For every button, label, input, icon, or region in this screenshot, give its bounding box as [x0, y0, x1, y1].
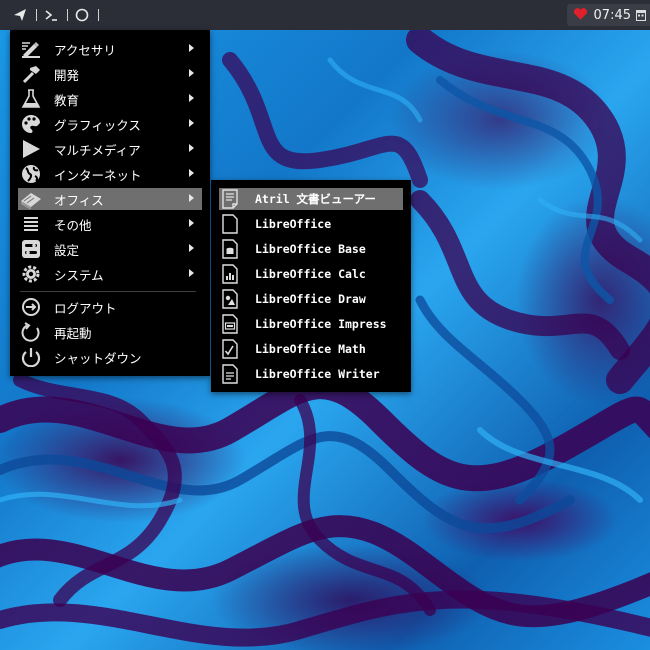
libreoffice-base-icon [219, 238, 241, 260]
menu-item-label: オフィス [54, 192, 104, 208]
menu-item-settings[interactable]: 設定 [18, 238, 202, 260]
settings-toggle-icon [18, 238, 44, 260]
submenu-item-libreoffice-impress[interactable]: LibreOffice Impress [219, 313, 403, 335]
submenu-item-libreoffice[interactable]: LibreOffice [219, 213, 403, 235]
panel-clock[interactable]: 07:45 [594, 8, 631, 23]
menu-item-multimedia[interactable]: マルチメディア [18, 138, 202, 160]
menu-item-other[interactable]: その他 [18, 213, 202, 235]
menu-item-label: システム [54, 267, 104, 283]
menu-item-reboot[interactable]: 再起動 [18, 321, 202, 343]
panel-separator [67, 9, 68, 21]
menu-item-label: 設定 [54, 242, 80, 258]
menu-item-label: 再起動 [54, 325, 92, 341]
menu-item-label: その他 [54, 217, 92, 233]
panel-launchers [0, 0, 105, 30]
submenu-item-label: Atril 文書ビューアー [255, 192, 376, 206]
submenu-arrow-icon [189, 194, 194, 202]
submenu-arrow-icon [189, 219, 194, 227]
submenu-item-label: LibreOffice Draw [255, 292, 366, 306]
submenu-item-label: LibreOffice Impress [255, 317, 387, 331]
menu-item-label: グラフィックス [54, 117, 141, 133]
development-hammer-icon [18, 63, 44, 85]
menu-item-label: ログアウト [54, 300, 117, 316]
submenu-arrow-icon [189, 119, 194, 127]
calendar-icon[interactable] [636, 6, 646, 25]
submenu-item-label: LibreOffice Calc [255, 267, 366, 281]
panel-separator [98, 9, 99, 21]
menu-item-internet[interactable]: インターネット [18, 163, 202, 185]
submenu-arrow-icon [189, 169, 194, 177]
libreoffice-draw-icon [219, 288, 241, 310]
menu-item-label: 教育 [54, 92, 80, 108]
internet-globe-icon [18, 163, 44, 185]
submenu-item-libreoffice-writer[interactable]: LibreOffice Writer [219, 363, 403, 385]
submenu-item-atril[interactable]: Atril 文書ビューアー [219, 188, 403, 210]
menu-item-accessories[interactable]: アクセサリ [18, 38, 202, 60]
submenu-arrow-icon [189, 244, 194, 252]
menu-item-label: アクセサリ [54, 42, 116, 58]
libreoffice-writer-icon [219, 363, 241, 385]
libreoffice-math-icon [219, 338, 241, 360]
accessories-icon [18, 38, 44, 60]
menu-item-office[interactable]: オフィス [18, 188, 202, 210]
other-list-icon [18, 213, 44, 235]
libreoffice-calc-icon [219, 263, 241, 285]
menu-item-label: マルチメディア [54, 142, 141, 158]
submenu-item-libreoffice-calc[interactable]: LibreOffice Calc [219, 263, 403, 285]
menu-item-logout[interactable]: ログアウト [18, 296, 202, 318]
submenu-item-label: LibreOffice [255, 217, 332, 231]
libreoffice-doc-icon [219, 213, 241, 235]
top-panel: 07:45 [0, 0, 650, 30]
reboot-icon [18, 321, 44, 343]
submenu-arrow-icon [189, 94, 194, 102]
panel-separator [36, 9, 37, 21]
submenu-item-libreoffice-draw[interactable]: LibreOffice Draw [219, 288, 403, 310]
logout-icon [18, 296, 44, 318]
menu-item-label: 開発 [54, 67, 80, 83]
office-submenu: Atril 文書ビューアー LibreOffice LibreOffice Ba… [211, 180, 411, 392]
terminal-icon[interactable] [43, 7, 59, 23]
menu-item-system[interactable]: システム [18, 263, 202, 285]
submenu-arrow-icon [189, 269, 194, 277]
submenu-arrow-icon [189, 69, 194, 77]
submenu-arrow-icon [189, 44, 194, 52]
app-menu-icon[interactable] [12, 7, 28, 23]
menu-item-label: シャットダウン [54, 350, 142, 366]
menu-item-shutdown[interactable]: シャットダウン [18, 346, 202, 368]
submenu-item-label: LibreOffice Math [255, 342, 366, 356]
menu-item-education[interactable]: 教育 [18, 88, 202, 110]
system-tray: 07:45 [566, 4, 650, 26]
system-gear-icon [18, 263, 44, 285]
menu-item-label: インターネット [54, 167, 142, 183]
application-menu: アクセサリ 開発 教育 グラフィックス マルチメディア インターネット オフィス… [10, 30, 210, 376]
education-flask-icon [18, 88, 44, 110]
libreoffice-impress-icon [219, 313, 241, 335]
menu-item-development[interactable]: 開発 [18, 63, 202, 85]
night-mode-icon[interactable] [74, 7, 90, 23]
menu-item-graphics[interactable]: グラフィックス [18, 113, 202, 135]
submenu-arrow-icon [189, 144, 194, 152]
submenu-item-libreoffice-base[interactable]: LibreOffice Base [219, 238, 403, 260]
submenu-item-label: LibreOffice Base [255, 242, 366, 256]
shutdown-icon [18, 346, 44, 368]
submenu-item-libreoffice-math[interactable]: LibreOffice Math [219, 338, 403, 360]
graphics-palette-icon [18, 113, 44, 135]
submenu-item-label: LibreOffice Writer [255, 367, 380, 381]
heart-icon[interactable] [573, 6, 588, 25]
atril-document-viewer-icon [219, 188, 241, 210]
office-book-icon [18, 188, 44, 210]
menu-divider [20, 291, 196, 292]
multimedia-play-icon [18, 138, 44, 160]
